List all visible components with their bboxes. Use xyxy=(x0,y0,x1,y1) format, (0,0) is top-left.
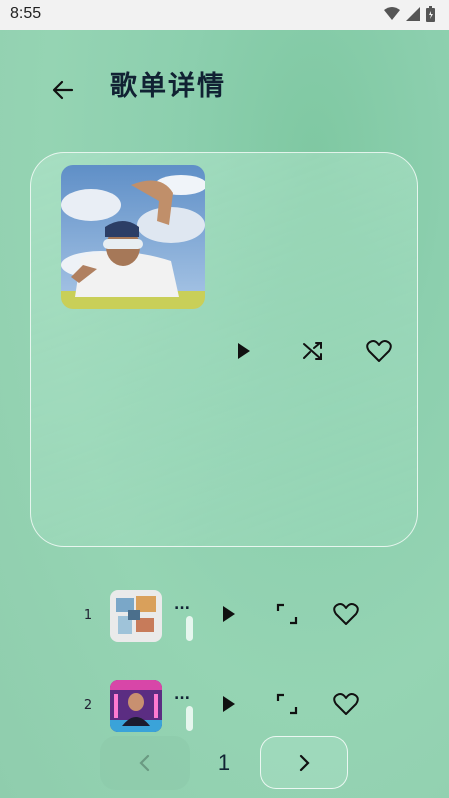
playlist-actions xyxy=(229,337,405,365)
song-expand-button[interactable] xyxy=(273,690,301,718)
song-favorite-button[interactable] xyxy=(332,600,360,628)
heart-icon xyxy=(366,340,392,362)
cellular-icon xyxy=(406,7,420,21)
playlist-cover-image[interactable] xyxy=(61,165,205,309)
status-time: 8:55 xyxy=(10,5,42,22)
page-number: 1 xyxy=(217,750,231,775)
song-index: 1 xyxy=(83,608,93,623)
song-play-button[interactable] xyxy=(214,600,242,628)
chevron-right-icon xyxy=(299,754,310,771)
arrow-left-icon xyxy=(52,80,74,100)
play-icon xyxy=(238,343,250,359)
battery-icon xyxy=(426,6,435,22)
wifi-icon xyxy=(384,7,400,20)
prev-page-button[interactable] xyxy=(100,736,190,790)
play-icon xyxy=(223,696,235,712)
song-title: ... xyxy=(174,687,190,703)
page-title: 歌单详情 xyxy=(110,71,226,102)
song-indicator xyxy=(186,616,193,641)
song-play-button[interactable] xyxy=(214,690,242,718)
playlist-card xyxy=(30,152,418,547)
next-page-button[interactable] xyxy=(260,736,348,789)
pagination: 1 xyxy=(0,736,449,791)
fullscreen-icon xyxy=(276,693,298,715)
song-thumbnail xyxy=(110,680,162,732)
song-indicator xyxy=(186,706,193,731)
song-row[interactable]: 2 ... xyxy=(0,680,449,740)
song-index: 2 xyxy=(83,698,93,713)
shuffle-button[interactable] xyxy=(299,337,327,365)
shuffle-icon xyxy=(303,342,322,360)
song-row[interactable]: 1 ... xyxy=(0,590,449,650)
status-bar: 8:55 xyxy=(0,0,449,30)
heart-icon xyxy=(333,603,359,625)
status-icons xyxy=(384,6,435,22)
back-button[interactable] xyxy=(46,73,80,107)
song-expand-button[interactable] xyxy=(273,600,301,628)
play-all-button[interactable] xyxy=(229,337,257,365)
song-thumbnail xyxy=(110,590,162,642)
heart-icon xyxy=(333,693,359,715)
song-favorite-button[interactable] xyxy=(332,690,360,718)
song-title: ... xyxy=(174,597,190,613)
favorite-button[interactable] xyxy=(365,337,393,365)
fullscreen-icon xyxy=(276,603,298,625)
chevron-left-icon xyxy=(139,754,150,772)
play-icon xyxy=(223,606,235,622)
page-header: 歌单详情 xyxy=(0,55,449,115)
